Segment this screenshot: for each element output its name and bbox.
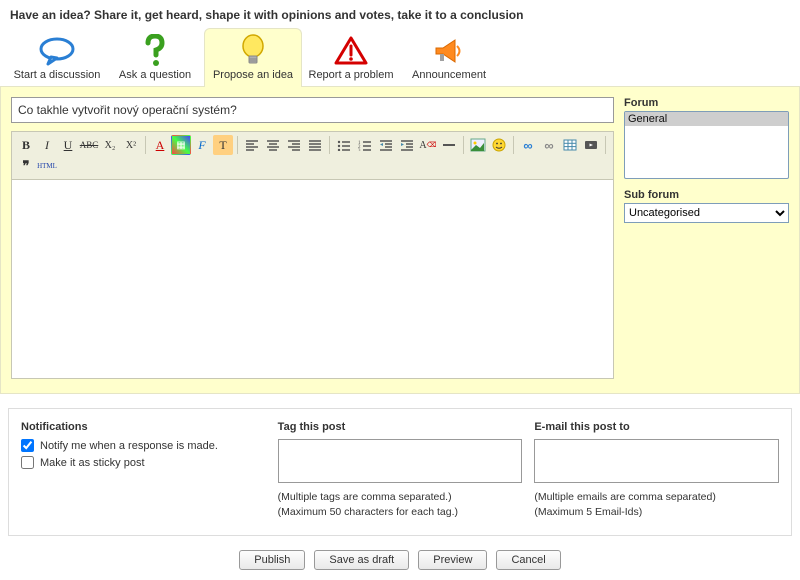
outdent-icon[interactable] <box>376 135 396 155</box>
sticky-label: Make it as sticky post <box>40 457 145 469</box>
action-buttons: Publish Save as draft Preview Cancel <box>0 536 800 580</box>
ul-icon[interactable] <box>334 135 354 155</box>
post-type-tabs: Start a discussion Ask a question Propos… <box>0 28 800 87</box>
separator <box>237 136 238 154</box>
align-right-icon[interactable] <box>284 135 304 155</box>
separator <box>513 136 514 154</box>
fontface-icon[interactable]: F <box>192 135 212 155</box>
italic-icon[interactable]: I <box>37 135 57 155</box>
lightbulb-icon <box>207 33 299 69</box>
subscript-icon[interactable]: X₂ <box>100 135 120 155</box>
separator <box>329 136 330 154</box>
table-icon[interactable] <box>560 135 580 155</box>
separator <box>145 136 146 154</box>
warning-triangle-icon <box>305 33 397 69</box>
hr-icon[interactable] <box>439 135 459 155</box>
html-icon[interactable]: HTML <box>37 156 57 176</box>
video-icon[interactable] <box>581 135 601 155</box>
separator <box>605 136 606 154</box>
forum-option[interactable]: General <box>625 112 788 126</box>
compose-area: B I U ABC X₂ X² A ▦ F T <box>0 87 800 394</box>
notifications-heading: Notifications <box>21 421 266 433</box>
cancel-button[interactable]: Cancel <box>496 550 560 570</box>
megaphone-icon <box>403 33 495 69</box>
preview-button[interactable]: Preview <box>418 550 487 570</box>
sticky-checkbox[interactable] <box>21 456 34 469</box>
removeformat-icon[interactable]: A⌫ <box>418 135 438 155</box>
align-left-icon[interactable] <box>242 135 262 155</box>
fontcolor-icon[interactable]: A <box>150 135 170 155</box>
tag-heading: Tag this post <box>278 421 523 433</box>
strike-icon[interactable]: ABC <box>79 135 99 155</box>
publish-button[interactable]: Publish <box>239 550 305 570</box>
forum-label: Forum <box>624 97 789 109</box>
align-justify-icon[interactable] <box>305 135 325 155</box>
tab-problem[interactable]: Report a problem <box>302 28 400 87</box>
editor-toolbar: B I U ABC X₂ X² A ▦ F T <box>11 131 614 179</box>
tab-idea[interactable]: Propose an idea <box>204 28 302 87</box>
notify-label: Notify me when a response is made. <box>40 440 218 452</box>
save-draft-button[interactable]: Save as draft <box>314 550 409 570</box>
tab-discussion[interactable]: Start a discussion <box>8 28 106 87</box>
tag-input[interactable] <box>278 439 523 483</box>
subforum-label: Sub forum <box>624 189 789 201</box>
question-mark-icon <box>109 33 201 69</box>
indent-icon[interactable] <box>397 135 417 155</box>
tab-label: Start a discussion <box>11 69 103 81</box>
superscript-icon[interactable]: X² <box>121 135 141 155</box>
page-title: Have an idea? Share it, get heard, shape… <box>0 0 800 28</box>
tab-question[interactable]: Ask a question <box>106 28 204 87</box>
email-hint: (Multiple emails are comma separated) (M… <box>534 490 779 519</box>
subject-input[interactable] <box>11 97 614 123</box>
link-icon[interactable]: ∞ <box>518 135 538 155</box>
tab-label: Report a problem <box>305 69 397 81</box>
tag-hint: (Multiple tags are comma separated.) (Ma… <box>278 490 523 519</box>
unlink-icon[interactable]: ∞ <box>539 135 559 155</box>
tab-label: Announcement <box>403 69 495 81</box>
ol-icon[interactable]: 123 <box>355 135 375 155</box>
forum-listbox[interactable]: General <box>624 111 789 179</box>
quote-icon[interactable]: ❞ <box>16 156 36 176</box>
image-icon[interactable] <box>468 135 488 155</box>
email-heading: E-mail this post to <box>534 421 779 433</box>
separator <box>463 136 464 154</box>
smiley-icon[interactable] <box>489 135 509 155</box>
svg-text:3: 3 <box>358 149 361 151</box>
align-center-icon[interactable] <box>263 135 283 155</box>
email-input[interactable] <box>534 439 779 483</box>
notify-checkbox[interactable] <box>21 439 34 452</box>
tab-label: Ask a question <box>109 69 201 81</box>
tab-label: Propose an idea <box>207 69 299 81</box>
bold-icon[interactable]: B <box>16 135 36 155</box>
lower-options: Notifications Notify me when a response … <box>8 408 792 536</box>
notify-row[interactable]: Notify me when a response is made. <box>21 439 266 452</box>
sticky-row[interactable]: Make it as sticky post <box>21 456 266 469</box>
underline-icon[interactable]: U <box>58 135 78 155</box>
highlight-icon[interactable]: T <box>213 135 233 155</box>
editor-body[interactable] <box>11 179 614 379</box>
speech-bubble-icon <box>11 33 103 69</box>
subforum-select[interactable]: Uncategorised <box>624 203 789 223</box>
tab-announcement[interactable]: Announcement <box>400 28 498 87</box>
bgcolor-icon[interactable]: ▦ <box>171 135 191 155</box>
